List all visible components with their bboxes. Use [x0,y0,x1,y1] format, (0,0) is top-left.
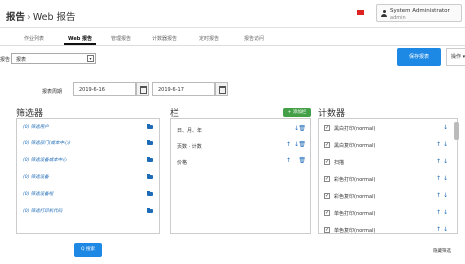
counter-item[interactable]: ✓ 彩色打印(normal) ↑ ↓ [319,171,457,188]
start-date-input[interactable]: 2019-6-16 [73,82,136,96]
filter-item[interactable]: (0) 筛选设备成本中心 [17,152,159,168]
counter-label: 彩色复印(normal) [334,194,376,200]
user-menu[interactable]: System Administrator admin [376,4,462,22]
filter-label: (0) 筛选设备成本中心 [23,158,67,163]
filter-label: (0) 筛选设备组 [23,192,54,197]
calendar-icon[interactable] [136,82,149,96]
period-label: 报表周期 [42,89,63,95]
folder-icon[interactable] [147,208,153,213]
breadcrumb-separator: › [27,12,31,23]
toolbar: 报告 报表 ▾ [0,47,465,71]
tab-manage-report[interactable]: 管理报告 [111,35,131,42]
reorder-arrows-icon[interactable]: ↑ ↓ [436,226,448,233]
folder-icon[interactable] [147,140,153,145]
counter-label: 扫描 [334,160,345,166]
user-icon [381,10,387,17]
counter-item[interactable]: ✓ 扫描 ↑ ↓ [319,154,457,171]
report-select[interactable]: 报表 ▾ [11,53,96,64]
counter-label: 单色复印(normal) [334,228,376,234]
filter-item[interactable]: (0) 筛选打印机代码 [17,203,159,219]
tab-job-list[interactable]: 作业列表 [24,35,44,42]
title-main: 报告 [6,12,26,23]
trash-icon[interactable]: 🗑 [298,126,306,132]
reorder-arrows-icon[interactable]: ↑ ↓ [436,158,448,165]
operation-button[interactable]: 操作 ▾ [446,48,465,66]
operation-label: 操作 [451,54,462,60]
user-name: System Administrator [390,8,450,14]
calendar-icon[interactable] [215,82,228,96]
reorder-arrows-icon[interactable]: ↑ ↓ [436,192,448,199]
user-role: admin [390,14,406,21]
folder-icon[interactable] [147,191,153,196]
filter-item[interactable]: (0) 筛选用户 [17,119,159,135]
counter-item[interactable]: ✓ 单色打印(normal) ↑ ↓ [319,205,457,222]
tab-counter-report[interactable]: 计数器报告 [152,35,177,42]
arrow-up-icon[interactable]: ↑ [286,142,291,148]
counter-item[interactable]: ✓ 彩色复印(normal) ↑ ↓ [319,188,457,205]
filter-label: (0) 筛选部门(成本中心) [23,141,71,146]
column-item[interactable]: 页数 · 计数 ↑ ↓ 🗑 [171,138,310,154]
counter-item[interactable]: ✓ 单色复印(normal) ↑ ↓ [319,222,457,234]
arrow-down-icon[interactable]: ↓ [443,124,448,131]
checkbox[interactable]: ✓ [324,159,330,165]
reorder-arrows-icon[interactable]: ↑ ↓ [436,141,448,148]
column-label: 价格 [177,160,188,166]
filter-item[interactable]: (0) 筛选设备 [17,169,159,185]
filter-item[interactable]: (0) 筛选部门(成本中心) [17,135,159,151]
chevron-down-icon: ▾ [87,55,94,62]
counter-item[interactable]: ✓ 黑白复印(normal) ↑ ↓ [319,137,457,154]
arrow-up-icon[interactable]: ↑ [286,158,291,164]
column-label: 日、月、年 [177,128,203,134]
scrollbar[interactable] [454,122,459,140]
trash-icon[interactable]: 🗑 [298,158,306,164]
hide-filters-link[interactable]: 隐藏筛选 [433,248,451,254]
report-label: 报告 [0,57,11,63]
counter-label: 黑白复印(normal) [334,143,376,149]
checkbox[interactable]: ✓ [324,125,330,131]
filter-item[interactable]: (0) 筛选设备组 [17,186,159,202]
title-sub: Web 报告 [32,12,76,23]
folder-icon[interactable] [147,157,153,162]
top-header: 报告 › Web 报告 System Administrator admin [0,0,465,28]
checkbox[interactable]: ✓ [324,142,330,148]
page-title: 报告 › Web 报告 [6,9,76,23]
tab-report-access[interactable]: 报告访问 [244,35,264,42]
save-report-button[interactable]: 保存报表 [397,48,441,66]
filters-panel: (0) 筛选用户 (0) 筛选部门(成本中心) (0) 筛选设备成本中心 (0)… [16,118,160,234]
language-flag-icon[interactable] [357,10,364,15]
folder-icon[interactable] [147,124,153,129]
tab-bar: 作业列表 Web 报告 管理报告 计数器报告 定时报告 报告访问 [0,29,465,46]
add-column-button[interactable]: + 添加栏 [283,108,311,117]
filter-label: (0) 筛选用户 [23,125,49,130]
column-item[interactable]: 价格 ↑ 🗑 [171,154,310,170]
column-item[interactable]: 日、月、年 ↓ 🗑 [171,122,310,138]
counter-label: 黑白打印(normal) [334,126,376,132]
checkbox[interactable]: ✓ [324,210,330,216]
reorder-arrows-icon[interactable]: ↑ ↓ [436,209,448,216]
tab-scheduled-report[interactable]: 定时报告 [199,35,219,42]
report-select-value: 报表 [16,57,27,63]
columns-panel: 日、月、年 ↓ 🗑 页数 · 计数 ↑ ↓ 🗑 价格 ↑ 🗑 [170,118,311,234]
counters-panel: ✓ 黑白打印(normal) ↓ ✓ 黑白复印(normal) ↑ ↓ ✓ 扫描 ↑ ↓ ✓… [318,118,458,234]
folder-icon[interactable] [147,174,153,179]
end-date-input[interactable]: 2019-6-17 [152,82,215,96]
counter-label: 单色打印(normal) [334,211,376,217]
counter-label: 彩色打印(normal) [334,177,376,183]
checkbox[interactable]: ✓ [324,176,330,182]
search-button[interactable]: Q 搜索 [74,243,102,257]
filter-label: (0) 筛选设备 [23,175,49,180]
reorder-arrows-icon[interactable]: ↑ ↓ [436,175,448,182]
checkbox[interactable]: ✓ [324,193,330,199]
counter-item[interactable]: ✓ 黑白打印(normal) ↓ [319,120,457,137]
filter-label: (0) 筛选打印机代码 [23,209,63,214]
tab-web-report[interactable]: Web 报告 [63,35,97,45]
column-label: 页数 · 计数 [177,144,202,150]
checkbox[interactable]: ✓ [324,227,330,233]
trash-icon[interactable]: 🗑 [298,142,306,148]
